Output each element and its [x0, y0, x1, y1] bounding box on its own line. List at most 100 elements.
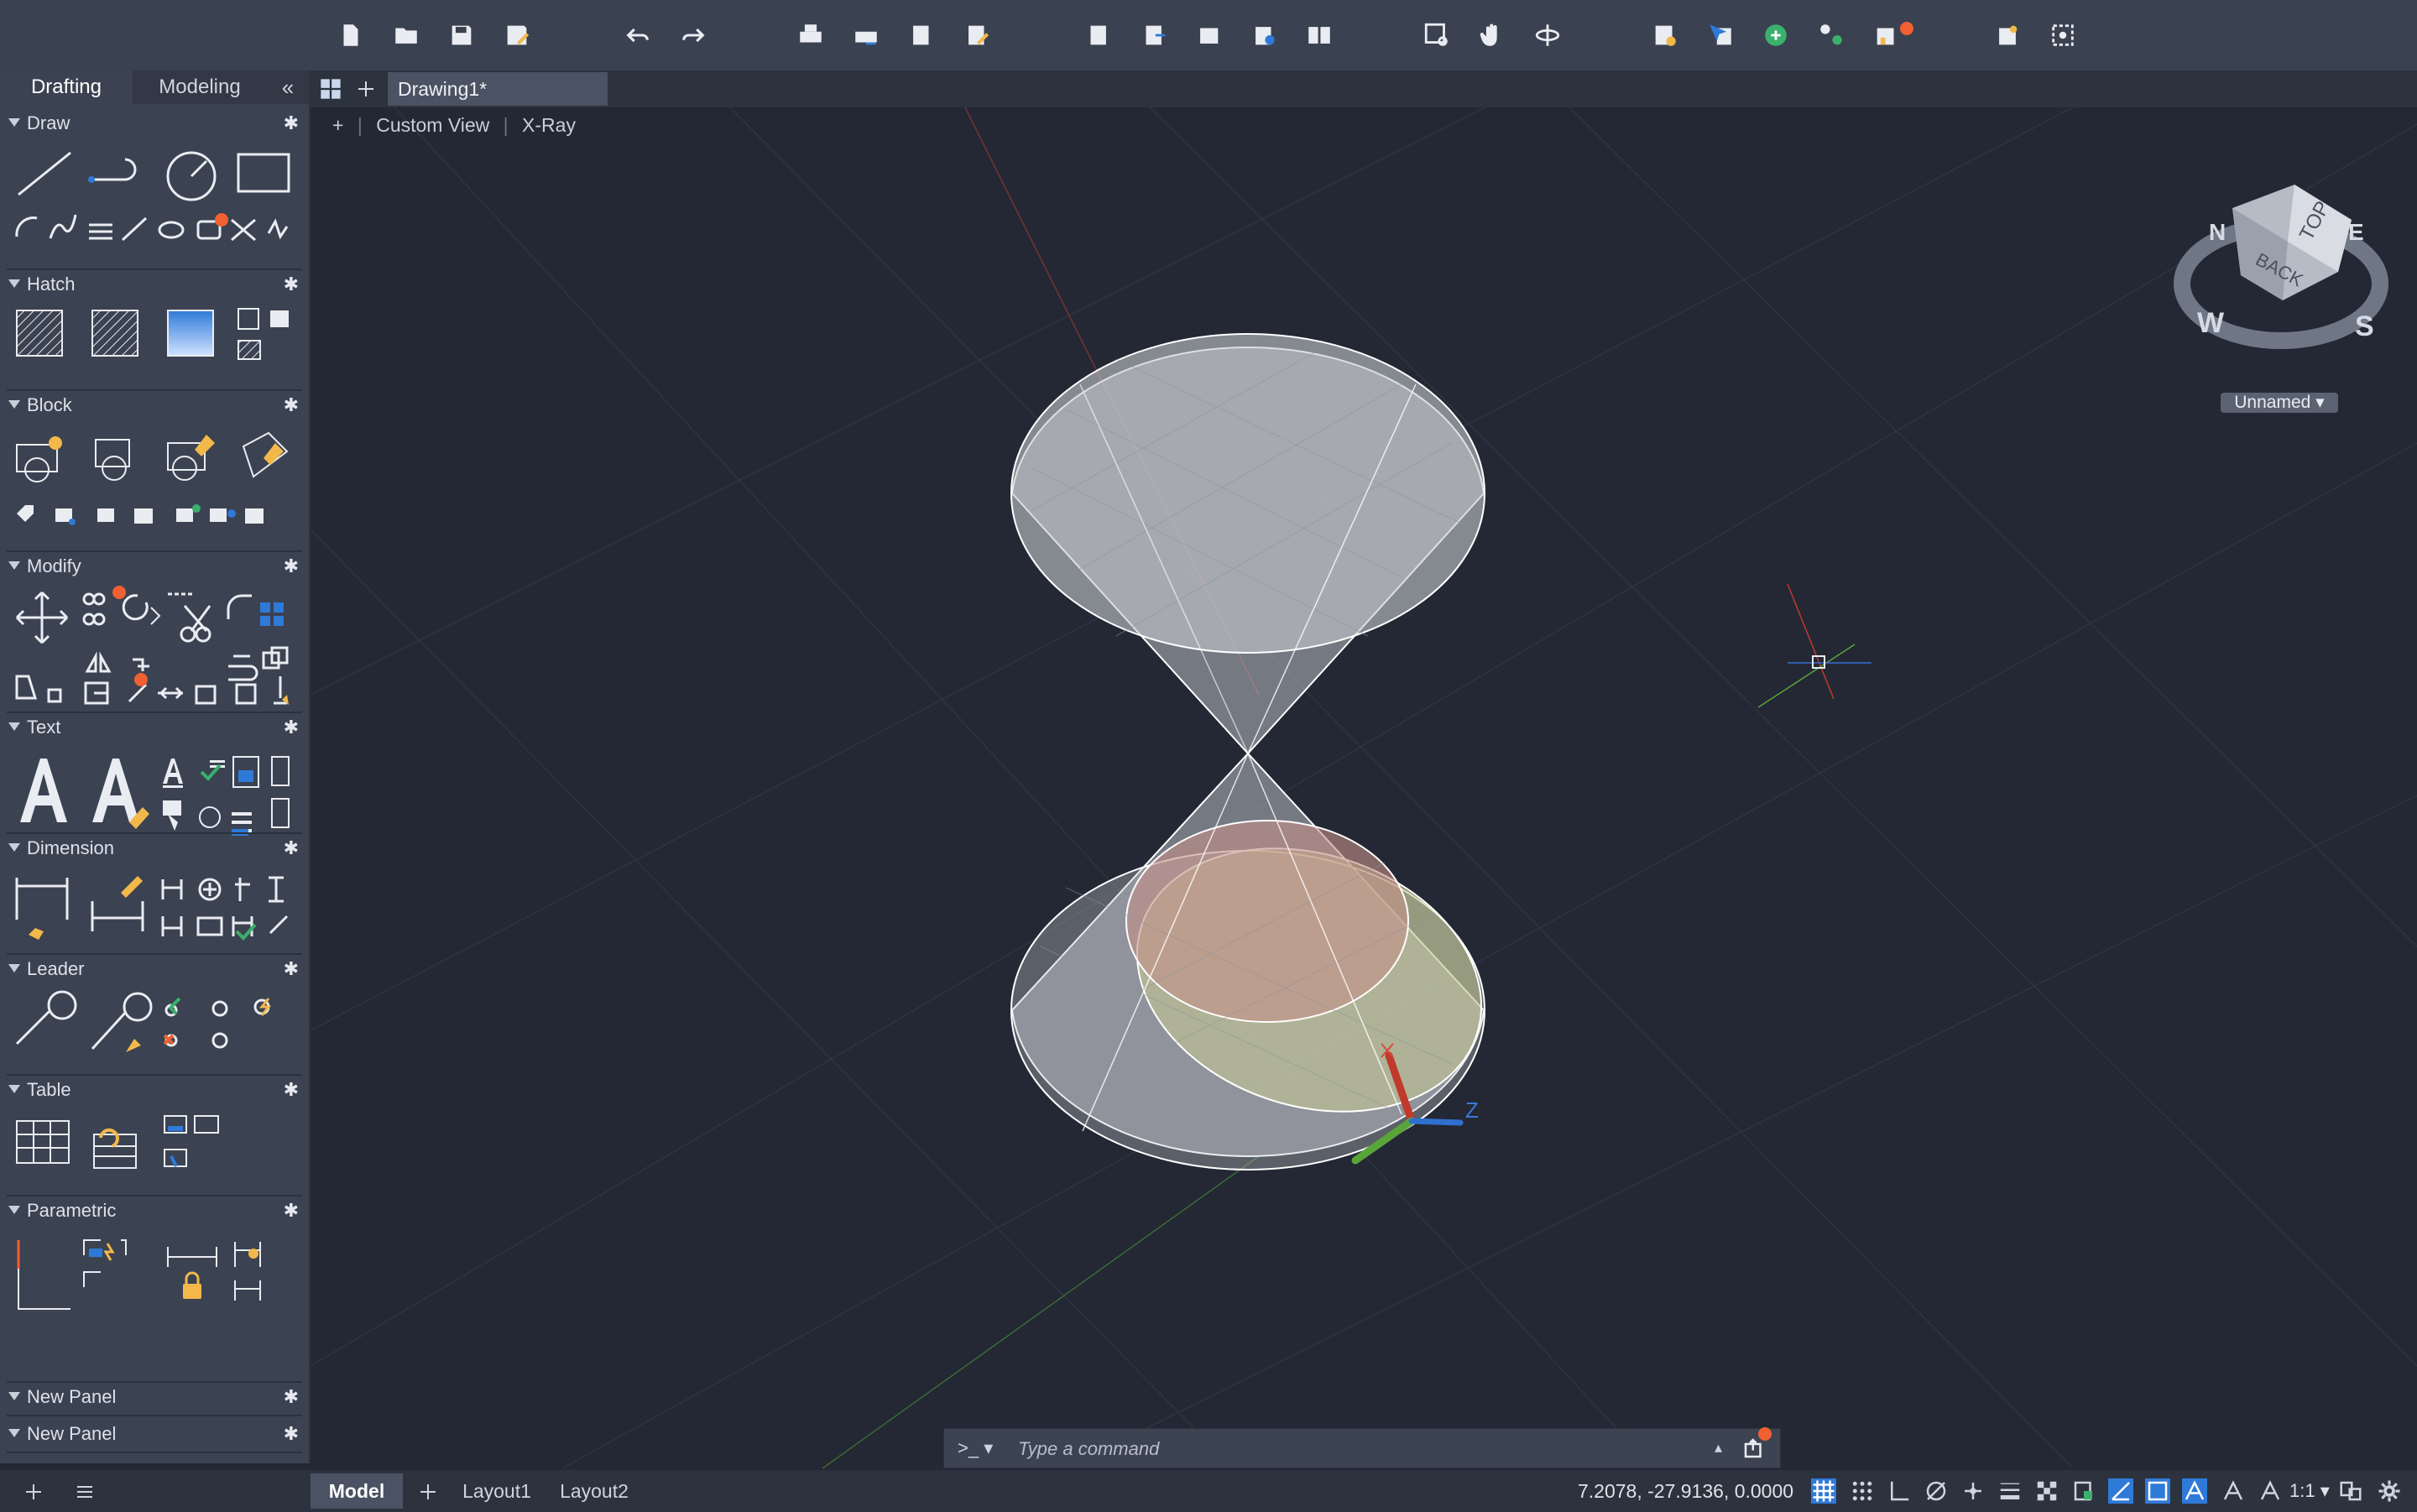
- visual-style-button[interactable]: X-Ray: [522, 114, 576, 136]
- annotation-visibility-icon[interactable]: [2182, 1478, 2207, 1504]
- list-icon[interactable]: [74, 1482, 96, 1502]
- snap-icon[interactable]: [1850, 1478, 1875, 1504]
- gear-icon[interactable]: ✱: [284, 837, 299, 859]
- drawing-canvas[interactable]: Z BACK TOP W S N E: [311, 107, 2417, 1468]
- panel-header-table[interactable]: Table ✱: [0, 1077, 309, 1103]
- new-tab-icon[interactable]: [356, 79, 376, 99]
- select-similar-icon[interactable]: [1704, 18, 1737, 52]
- grid-view-icon[interactable]: [319, 77, 342, 101]
- view-name-button[interactable]: Custom View: [376, 114, 489, 136]
- notification-badge: [1900, 22, 1913, 35]
- tab-layout1[interactable]: Layout1: [453, 1473, 540, 1509]
- properties-icon[interactable]: [1648, 18, 1682, 52]
- add-icon[interactable]: [23, 1482, 44, 1502]
- save-as-icon[interactable]: [500, 18, 534, 52]
- command-history-icon[interactable]: ▴: [1715, 1439, 1722, 1457]
- panel-header-new-panel-2[interactable]: New Panel ✱: [0, 1421, 309, 1447]
- scale-dropdown[interactable]: 1:1 ▾: [2289, 1480, 2330, 1502]
- share-icon[interactable]: [1247, 18, 1281, 52]
- view-cube[interactable]: BACK TOP W S N E: [2174, 185, 2388, 349]
- panel-header-parametric[interactable]: Parametric ✱: [0, 1198, 309, 1223]
- gear-icon[interactable]: ✱: [284, 958, 299, 980]
- render-icon[interactable]: [1991, 18, 2024, 52]
- annotation-scale-icon[interactable]: [2258, 1478, 2283, 1504]
- polar-icon[interactable]: [1924, 1478, 1949, 1504]
- compare-icon[interactable]: [1302, 18, 1336, 52]
- hatch-tools[interactable]: [12, 304, 297, 371]
- lineweight-icon[interactable]: [1997, 1478, 2023, 1504]
- page-setup-icon[interactable]: [905, 18, 938, 52]
- selection-filter-icon[interactable]: [2145, 1478, 2170, 1504]
- selection-cycling-icon[interactable]: [2071, 1478, 2096, 1504]
- import-icon[interactable]: [1081, 18, 1115, 52]
- auto-scale-icon[interactable]: [2221, 1478, 2246, 1504]
- named-view-dropdown[interactable]: Unnamed ▾: [2221, 393, 2338, 413]
- workspace-switch-icon[interactable]: [2338, 1478, 2363, 1504]
- undo-icon[interactable]: [621, 18, 655, 52]
- export-icon[interactable]: [1136, 18, 1170, 52]
- command-prompt-icon[interactable]: >_ ▾: [958, 1437, 993, 1459]
- gear-icon[interactable]: ✱: [284, 717, 299, 738]
- redo-icon[interactable]: [676, 18, 710, 52]
- lower-cone[interactable]: [1010, 752, 1516, 1170]
- layers-icon[interactable]: [1814, 18, 1848, 52]
- gear-icon[interactable]: ✱: [284, 274, 299, 295]
- attach-icon[interactable]: [1192, 18, 1225, 52]
- gear-icon[interactable]: ✱: [284, 555, 299, 577]
- upper-cone[interactable]: [1010, 333, 1485, 755]
- modify-tools[interactable]: [12, 586, 297, 712]
- grid-toggle-icon[interactable]: [1811, 1478, 1836, 1504]
- parametric-tools[interactable]: [12, 1230, 297, 1322]
- panel-header-leader[interactable]: Leader ✱: [0, 957, 309, 982]
- panel-header-modify[interactable]: Modify ✱: [0, 554, 309, 579]
- draw-tools[interactable]: [12, 146, 297, 247]
- tab-drawing1[interactable]: Drawing1*: [388, 72, 608, 106]
- workspace-icon[interactable]: [2046, 18, 2080, 52]
- dynamic-ucs-icon[interactable]: [2108, 1478, 2133, 1504]
- command-input[interactable]: [1016, 1436, 1691, 1462]
- table-tools[interactable]: [12, 1109, 297, 1202]
- block-tools[interactable]: [12, 426, 297, 535]
- orbit-icon[interactable]: [1531, 18, 1564, 52]
- panel-header-block[interactable]: Block ✱: [0, 393, 309, 418]
- dimension-tools[interactable]: [12, 868, 297, 960]
- batch-print-icon[interactable]: [849, 18, 883, 52]
- grid-lines: [311, 107, 2417, 1468]
- panel-header-dimension[interactable]: Dimension ✱: [0, 836, 309, 861]
- panel-header-draw[interactable]: Draw ✱: [0, 111, 309, 136]
- tab-model[interactable]: Model: [311, 1473, 403, 1509]
- xref-icon[interactable]: [1759, 18, 1793, 52]
- panel-header-hatch[interactable]: Hatch ✱: [0, 272, 309, 297]
- status-bar: Model Layout1 Layout2 7.2078, -27.9136, …: [0, 1468, 2417, 1512]
- gear-icon[interactable]: ✱: [284, 112, 299, 134]
- gear-icon[interactable]: ✱: [284, 1386, 299, 1408]
- gear-icon[interactable]: ✱: [284, 1079, 299, 1101]
- model-viewport[interactable]: Z BACK TOP W S N E: [311, 107, 2417, 1468]
- settings-gear-icon[interactable]: [2377, 1478, 2402, 1504]
- panel-header-text[interactable]: Text ✱: [0, 715, 309, 740]
- pan-hand-icon[interactable]: [1475, 18, 1509, 52]
- ortho-icon[interactable]: [1887, 1478, 1912, 1504]
- notifications-icon[interactable]: [1870, 18, 1903, 52]
- new-file-icon[interactable]: [334, 18, 368, 52]
- transparency-icon[interactable]: [2034, 1478, 2059, 1504]
- save-icon[interactable]: [445, 18, 478, 52]
- leader-tools[interactable]: [12, 988, 297, 1081]
- tab-modeling[interactable]: Modeling: [133, 70, 267, 104]
- text-tools[interactable]: [12, 747, 297, 839]
- tab-layout2[interactable]: Layout2: [551, 1473, 638, 1509]
- zoom-window-icon[interactable]: [1420, 18, 1454, 52]
- object-track-icon[interactable]: [1960, 1478, 1986, 1504]
- command-line: >_ ▾ ▴: [943, 1427, 1781, 1468]
- collapse-palette-icon[interactable]: «: [274, 70, 302, 104]
- tab-drafting[interactable]: Drafting: [0, 70, 133, 104]
- viewport-menu-button[interactable]: +: [332, 114, 343, 136]
- open-folder-icon[interactable]: [389, 18, 423, 52]
- gear-icon[interactable]: ✱: [284, 394, 299, 416]
- add-layout-icon[interactable]: [418, 1482, 438, 1502]
- print-icon[interactable]: [794, 18, 827, 52]
- gear-icon[interactable]: ✱: [284, 1200, 299, 1222]
- panel-header-new-panel[interactable]: New Panel ✱: [0, 1384, 309, 1410]
- gear-icon[interactable]: ✱: [284, 1423, 299, 1445]
- publish-icon[interactable]: [960, 18, 994, 52]
